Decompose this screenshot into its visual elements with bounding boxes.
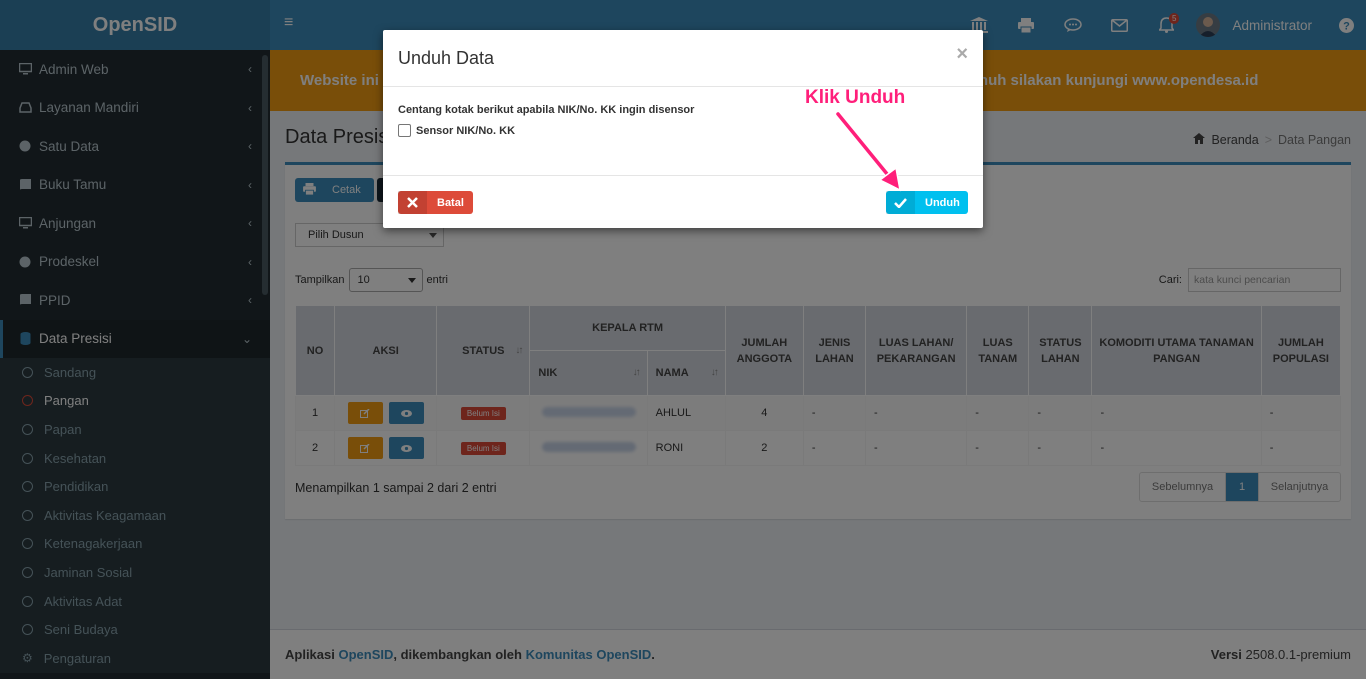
annotation-arrow-icon — [835, 111, 902, 192]
close-icon[interactable]: × — [956, 43, 968, 66]
modal-header: Unduh Data × — [383, 30, 983, 87]
modal-title: Unduh Data — [398, 47, 495, 68]
sensor-checkbox[interactable] — [398, 124, 411, 137]
close-icon — [398, 191, 427, 214]
sensor-checkbox-label: Sensor NIK/No. KK — [416, 124, 516, 137]
annotation-label: Klik Unduh — [805, 87, 906, 108]
cancel-button[interactable]: Batal — [398, 191, 473, 214]
cancel-label: Batal — [437, 196, 464, 209]
download-label: Unduh — [925, 196, 960, 209]
